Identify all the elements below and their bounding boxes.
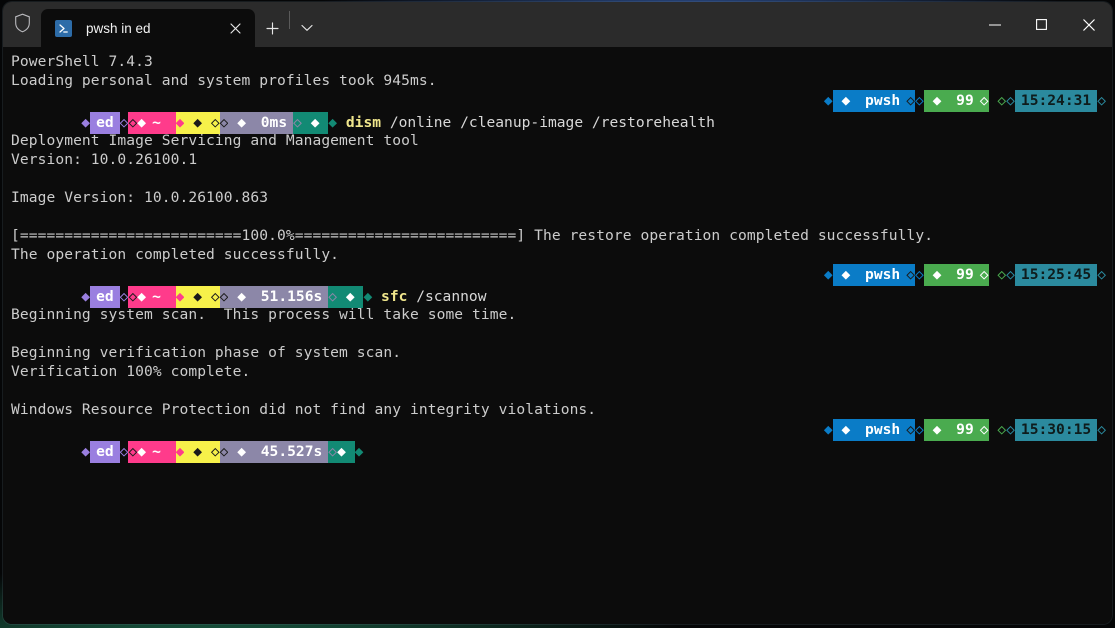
diamond-icon: ◇ (915, 421, 924, 438)
prompt-line-3: ◆ ed ◇◇◆ ~ ◆ ◆ ◇◇ ◆ 45.527s ◇◆ ◆ ◆ ◆ pwsh ◇◇ … (11, 419, 1112, 463)
dism-image-version-line: Image Version: 10.0.26100.863 (11, 189, 269, 206)
dism-version-line: Version: 10.0.26100.1 (11, 151, 198, 168)
right-prompt-3: ◆ ◆ pwsh ◇◇ ◆ 99 ◇ ◇◇ 15:30:15 ◇ (824, 419, 1106, 441)
powershell-icon (55, 19, 72, 37)
prompt-battery: 99 (950, 264, 980, 286)
shield-icon (3, 2, 41, 47)
diamond-icon: ◇ (1006, 92, 1015, 109)
diamond-icon: ◆ (823, 421, 833, 438)
diamond-icon: ◇ (1097, 266, 1106, 283)
maximize-icon[interactable] (1018, 2, 1065, 47)
diamond-icon: ◇ (906, 419, 915, 441)
right-prompt-1: ◆ ◆ pwsh ◇◇ ◆ 99 ◇ ◇◇ 15:24:31 ◇ (824, 90, 1106, 112)
diamond-icon: ◆ (184, 441, 211, 463)
diamond-icon: ◇ (328, 441, 338, 463)
prompt-duration: 45.527s (254, 441, 329, 463)
diamond-icon: ◇ (1097, 421, 1106, 438)
dism-completed-line: The operation completed successfully. (11, 246, 340, 263)
terminal-window: pwsh in ed PowerShell 7.4.3 Loading pers… (3, 2, 1112, 624)
chevron-down-icon[interactable] (290, 9, 324, 47)
desktop-background: pwsh in ed PowerShell 7.4.3 Loading pers… (0, 0, 1115, 628)
sfc-verification-phase: Beginning verification phase of system s… (11, 344, 402, 361)
prompt-shell: pwsh (859, 90, 907, 112)
diamond-icon: ◆ (137, 441, 147, 463)
diamond-icon: ◆ (354, 443, 364, 460)
title-bar: pwsh in ed (3, 2, 1112, 47)
tab-title: pwsh in ed (86, 20, 151, 36)
diamond-icon: ◇ (915, 266, 924, 283)
diamond-icon: ◇ (1006, 266, 1015, 283)
diamond-icon: ◇ (988, 92, 1007, 109)
diamond-icon: ◇ (1097, 92, 1106, 109)
prompt-user: ed (90, 441, 120, 463)
prompt-line-2: ◆ ed ◇◇◆ ~ ◆ ◆ ◇◇ ◆ 51.156s ◇ ◆ ◆ sfc /scann… (11, 264, 1112, 308)
diamond-icon (166, 441, 176, 463)
prompt-path: ~ (146, 441, 167, 463)
diamond-icon: ◆ (175, 441, 185, 463)
window-close-icon[interactable] (1065, 2, 1112, 47)
minimize-icon[interactable] (971, 2, 1018, 47)
prompt-battery: 99 (950, 90, 980, 112)
window-controls (971, 2, 1112, 47)
tab-strip: pwsh in ed (41, 2, 324, 47)
diamond-icon: ◇ (119, 443, 129, 460)
diamond-icon: ◆ (832, 419, 860, 441)
prompt-shell: pwsh (859, 419, 907, 441)
diamond-icon: ◇ (988, 266, 1007, 283)
diamond-icon: ◇ (219, 441, 229, 463)
diamond-icon: ◆ (832, 90, 860, 112)
diamond-icon: ◆ (823, 266, 833, 283)
prompt-clock: 15:24:31 (1014, 90, 1098, 112)
diamond-icon: ◇ (128, 441, 138, 463)
prompt-clock: 15:25:45 (1014, 264, 1098, 286)
prompt-battery: 99 (950, 419, 980, 441)
new-tab-button[interactable] (255, 9, 289, 47)
diamond-icon: ◆ (228, 441, 255, 463)
diamond-icon: ◆ (923, 264, 951, 286)
diamond-icon: ◆ (923, 90, 951, 112)
diamond-icon: ◆ (923, 419, 951, 441)
diamond-icon: ◇ (906, 90, 915, 112)
diamond-icon: ◆ (337, 441, 355, 463)
prompt-line-1: ◆ ed ◇◇◆ ~ ◆ ◆ ◇◇ ◆ 0ms ◇ ◆ ◆ dism /online /… (11, 90, 1112, 134)
sfc-beginning-scan: Beginning system scan. This process will… (11, 306, 517, 323)
diamond-icon: ◇ (906, 264, 915, 286)
diamond-icon: ◆ (81, 443, 91, 460)
tab-pwsh-in-ed[interactable]: pwsh in ed (41, 9, 255, 47)
prompt-clock: 15:30:15 (1014, 419, 1098, 441)
diamond-icon: ◇ (979, 264, 989, 286)
diamond-icon: ◇ (979, 419, 989, 441)
dism-tool-line: Deployment Image Servicing and Managemen… (11, 132, 419, 149)
banner-line: Loading personal and system profiles too… (11, 72, 437, 89)
right-prompt-2: ◆ ◆ pwsh ◇◇ ◆ 99 ◇ ◇◇ 15:25:45 ◇ (824, 264, 1106, 286)
tab-close-icon[interactable] (221, 14, 249, 42)
sfc-verification-complete: Verification 100% complete. (11, 363, 251, 380)
diamond-icon: ◇ (1006, 421, 1015, 438)
diamond-icon: ◆ (832, 264, 860, 286)
prompt-shell: pwsh (859, 264, 907, 286)
diamond-icon: ◇ (210, 441, 220, 463)
diamond-icon: ◇ (915, 92, 924, 109)
dism-progress-bar: [=========================100.0%========… (11, 227, 934, 244)
terminal-output-area[interactable]: PowerShell 7.4.3 Loading personal and sy… (3, 47, 1112, 624)
diamond-icon: ◇ (988, 421, 1007, 438)
sfc-result: Windows Resource Protection did not find… (11, 401, 597, 418)
banner-line: PowerShell 7.4.3 (11, 53, 153, 70)
diamond-icon: ◆ (823, 92, 833, 109)
diamond-icon: ◇ (979, 90, 989, 112)
